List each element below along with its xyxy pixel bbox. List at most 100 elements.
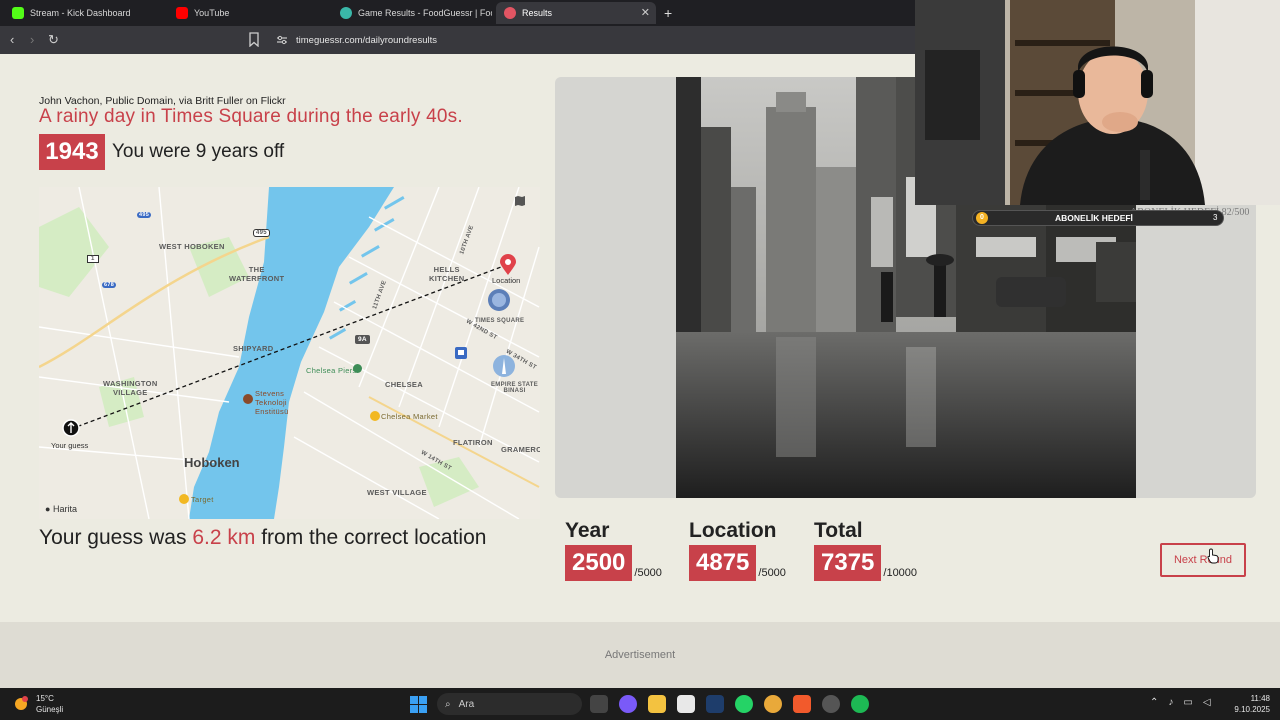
apple-logo-icon: ●	[45, 504, 51, 514]
subscription-goal-target: 3	[1213, 213, 1218, 222]
tab-youtube[interactable]: YouTube	[168, 2, 333, 24]
map-label-washington-village: WASHINGTON VILLAGE	[103, 379, 158, 397]
youtube-favicon-icon	[176, 7, 188, 19]
back-icon[interactable]: ‹	[10, 32, 14, 47]
tab-label: Stream - Kick Dashboard	[30, 8, 131, 18]
park-poi-icon	[353, 364, 362, 373]
clock-time: 11:48	[1250, 694, 1270, 703]
hand-cursor-icon	[1207, 548, 1219, 564]
university-poi-icon	[243, 394, 253, 404]
forward-icon[interactable]: ›	[30, 32, 34, 47]
distance-suffix: from the correct location	[255, 526, 487, 549]
years-off-text: You were 9 years off	[112, 141, 285, 162]
file-explorer-icon[interactable]	[648, 695, 666, 713]
clock-date: 9.10.2025	[1234, 705, 1270, 714]
map-label-west-village: WEST VILLAGE	[367, 488, 427, 497]
map-label-hells-kitchen: HELLS KITCHEN	[429, 265, 465, 283]
webcam-overlay	[915, 0, 1280, 205]
advertisement-label: Advertisement	[604, 649, 676, 661]
webcam-feed	[915, 0, 1280, 205]
map-type-icon[interactable]	[514, 195, 526, 207]
steam-icon[interactable]	[706, 695, 724, 713]
tab-results[interactable]: Results ✕	[496, 2, 656, 24]
location-score-block: Location 4875 /5000	[689, 519, 786, 581]
search-placeholder: Ara	[458, 698, 475, 710]
times-square-poi-icon	[488, 289, 510, 311]
total-score-max: /10000	[883, 567, 918, 579]
store-icon[interactable]	[677, 695, 695, 713]
transit-icon	[455, 347, 467, 359]
empire-state-poi-icon	[493, 355, 515, 377]
discord-icon[interactable]	[619, 695, 637, 713]
map-watermark-text: Harita	[52, 504, 77, 514]
next-round-button[interactable]: Next Round	[1160, 543, 1246, 577]
distance-text: Your guess was 6.2 km from the correct l…	[39, 526, 486, 550]
result-map[interactable]: WEST HOBOKEN THE WATERFRONT HELLS KITCHE…	[39, 187, 540, 519]
map-label-waterfront: THE WATERFRONT	[229, 265, 285, 283]
map-label-chelsea-piers: Chelsea Piers	[306, 366, 357, 375]
volume-icon[interactable]: ◁	[1203, 697, 1211, 708]
weather-temperature: 15°C	[36, 694, 54, 703]
chrome-icon[interactable]	[764, 695, 782, 713]
route-495-shield: 495	[253, 229, 270, 237]
location-pin-icon[interactable]	[499, 254, 517, 276]
obs-icon[interactable]	[822, 695, 840, 713]
location-score-title: Location	[689, 519, 777, 542]
reload-icon[interactable]: ↻	[48, 32, 59, 48]
year-score-max: /5000	[634, 567, 662, 579]
tray-chevron-icon[interactable]: ⌃	[1150, 697, 1158, 708]
taskbar-search[interactable]: ⌕ Ara	[437, 693, 582, 715]
correct-year-badge: 1943	[39, 134, 105, 170]
route-678-shield: 678	[102, 282, 117, 288]
spotify-icon[interactable]	[851, 695, 869, 713]
microphone-icon[interactable]: ♪	[1168, 697, 1173, 708]
guess-pin-label: Your guess	[51, 441, 89, 450]
map-label-chelsea-market: Chelsea Market	[381, 412, 438, 421]
target-poi-icon	[179, 494, 189, 504]
url-bar[interactable]: timeguessr.com/dailyroundresults	[268, 29, 918, 51]
brave-icon[interactable]	[793, 695, 811, 713]
foodguessr-favicon-icon	[340, 7, 352, 19]
year-score-title: Year	[565, 519, 610, 542]
map-label-target: Target	[191, 495, 214, 504]
route-495b-shield: 495	[137, 212, 152, 218]
year-score-block: Year 2500 /5000	[565, 519, 662, 581]
sun-icon	[15, 696, 28, 710]
new-tab-icon[interactable]: +	[664, 5, 672, 21]
map-label-times-square: TIMES SQUARE	[475, 318, 525, 324]
map-label-stevens: Stevens Teknoloji Enstitüsü	[255, 389, 289, 416]
task-view-icon[interactable]	[590, 695, 608, 713]
year-score-value: 2500	[565, 545, 633, 581]
whatsapp-icon[interactable]	[735, 695, 753, 713]
system-tray: ⌃ ♪ ▭ ◁	[1150, 697, 1211, 708]
advertisement-area: Advertisement	[0, 622, 1280, 688]
total-score-block: Total 7375 /10000	[814, 519, 917, 581]
tab-label: YouTube	[194, 8, 230, 18]
tab-label: Results	[522, 8, 553, 18]
map-label-hoboken: Hoboken	[184, 455, 240, 470]
taskbar-clock[interactable]: 11:48 9.10.2025	[1234, 693, 1270, 715]
tab-foodguessr[interactable]: Game Results - FoodGuessr | FoodGu	[332, 2, 492, 24]
map-watermark: ● Harita	[45, 504, 77, 514]
route-9a-shield: 9A	[355, 335, 370, 344]
map-label-flatiron: FLATIRON	[453, 438, 493, 447]
bookmark-icon[interactable]	[248, 32, 260, 47]
market-poi-icon	[370, 411, 380, 421]
map-label-empire-state: EMPIRE STATE BINASI	[491, 382, 539, 394]
location-score-value: 4875	[689, 545, 757, 581]
url-text: timeguessr.com/dailyroundresults	[296, 34, 437, 46]
map-label-shipyard: SHIPYARD	[233, 344, 274, 353]
windows-start-icon[interactable]	[410, 696, 427, 713]
total-score-value: 7375	[814, 545, 882, 581]
map-label-gramercy: GRAMERCY	[501, 445, 540, 454]
weather-widget[interactable]: 15°C Güneşli	[12, 693, 63, 715]
tab-kick-dashboard[interactable]: Stream - Kick Dashboard	[4, 2, 169, 24]
subscription-goal-label: ABONELİK HEDEFİ	[1055, 213, 1133, 223]
windows-taskbar: 15°C Güneşli ⌕ Ara ⌃ ♪ ▭ ◁ 11:48 9.10.20…	[0, 688, 1280, 720]
distance-value: 6.2 km	[192, 526, 256, 549]
timeguessr-favicon-icon	[504, 7, 516, 19]
guess-pin-icon[interactable]	[62, 419, 80, 437]
display-icon[interactable]: ▭	[1183, 697, 1192, 708]
site-settings-icon[interactable]	[276, 34, 288, 46]
close-tab-icon[interactable]: ✕	[641, 6, 650, 19]
